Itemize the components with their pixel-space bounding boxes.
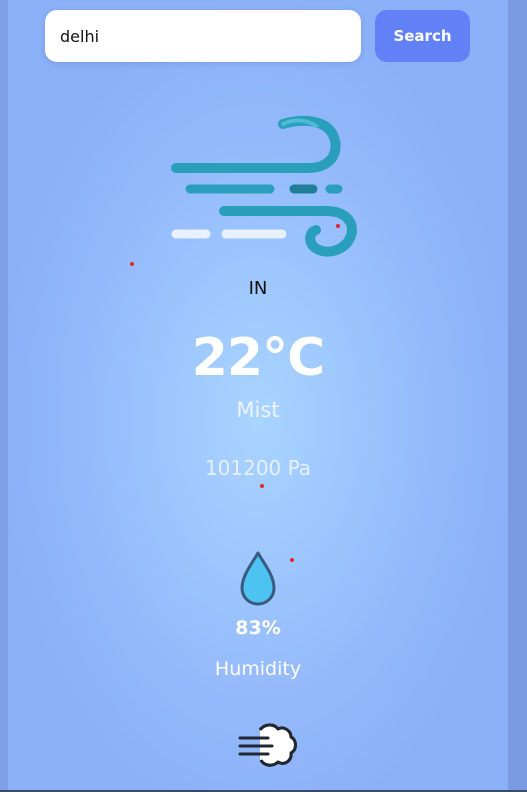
city-search-input[interactable]: [45, 10, 361, 62]
country-code: IN: [248, 278, 268, 299]
decorative-dot: [260, 484, 264, 488]
humidity-value: 83%: [235, 617, 281, 639]
water-drop-icon: [240, 551, 276, 606]
pressure-value: 101200 Pa: [204, 456, 312, 480]
decorative-dot: [130, 262, 134, 266]
wind-puff-icon: [238, 723, 297, 767]
weather-app-container: Search IN 22°C Mist 101200 Pa 83% Humidi…: [8, 0, 508, 790]
weather-condition: Mist: [236, 398, 280, 422]
right-scrollbar-track[interactable]: [508, 0, 527, 792]
decorative-dot: [290, 558, 294, 562]
wind-icon: [171, 115, 357, 257]
left-edge: [0, 0, 8, 792]
search-button[interactable]: Search: [375, 10, 470, 62]
temperature-value: 22°C: [191, 328, 326, 388]
humidity-label: Humidity: [214, 658, 302, 680]
decorative-dot: [336, 224, 340, 228]
browser-viewport: Search IN 22°C Mist 101200 Pa 83% Humidi…: [0, 0, 527, 792]
